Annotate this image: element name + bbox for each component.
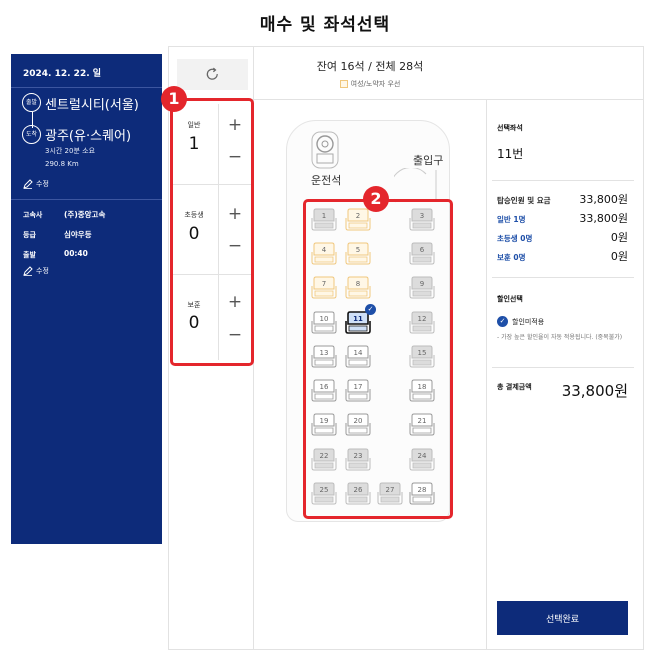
grade-value: 심야우등 [64, 230, 92, 239]
steering-wheel-icon [311, 131, 339, 169]
check-icon: ✓ [497, 316, 508, 327]
total-amount: 33,800원 [561, 382, 628, 400]
fare-summary-row: 탑승인원 및 요금 33,800원 [497, 191, 628, 207]
divider [492, 180, 634, 181]
divider [492, 367, 634, 368]
pencil-icon [23, 266, 33, 276]
fare-total: 33,800원 [579, 193, 628, 206]
priority-swatch [339, 80, 348, 88]
depart-time-value: 00:40 [64, 249, 88, 258]
selected-seat-value: 11번 [497, 147, 524, 161]
discount-label: 할인선택 [497, 295, 523, 303]
fare-row-veteran: 보훈 0명 0원 [497, 248, 628, 264]
discount-option-label: 할인미적용 [512, 317, 545, 326]
complete-selection-button[interactable]: 선택완료 [497, 601, 628, 635]
departure-terminal: 센트럴시티(서울) [45, 98, 139, 113]
pencil-icon [23, 179, 33, 189]
driver-seat-label: 운전석 [311, 174, 342, 187]
company-value: (주)중앙고속 [64, 210, 106, 219]
divider [486, 100, 487, 649]
departure-badge: 출발 [22, 93, 41, 112]
refresh-button[interactable] [177, 59, 248, 90]
trip-info-panel: 2024. 12. 22. 일 출발 센트럴시티(서울) 도착 광주(유·스퀘어… [11, 54, 162, 544]
fare-row-label: 보훈 0명 [497, 253, 526, 262]
divider [11, 199, 162, 200]
fare-row-adult: 일반 1명 33,800원 [497, 210, 628, 226]
fare-row-label: 초등생 0명 [497, 234, 533, 243]
edit-bus-button[interactable]: 수정 [23, 266, 49, 276]
remaining-seats: 잔여 16석 / 전체 28석 [316, 60, 424, 73]
fare-row-child: 초등생 0명 0원 [497, 229, 628, 245]
callout-badge-2: 2 [363, 186, 389, 212]
fare-row-value: 0원 [610, 231, 628, 244]
legend-label: 여성/노약자 우선 [350, 80, 401, 88]
trip-date: 2024. 12. 22. 일 [23, 69, 102, 79]
arrival-badge: 도착 [22, 125, 41, 144]
refresh-icon [206, 67, 218, 80]
edit-route-button[interactable]: 수정 [23, 179, 49, 189]
fare-row-label: 일반 1명 [497, 215, 526, 224]
trip-duration: 3시간 20분 소요 [45, 147, 96, 155]
discount-option[interactable]: ✓ 할인미적용 [497, 316, 544, 327]
divider [492, 277, 634, 278]
callout-badge-1: 1 [161, 86, 187, 112]
edit-label: 수정 [36, 180, 49, 188]
fare-label: 탑승인원 및 요금 [497, 196, 551, 205]
selected-seat-label: 선택좌석 [497, 124, 523, 132]
company-label: 고속사 [23, 211, 43, 219]
page-title: 매수 및 좌석선택 [259, 15, 391, 35]
callout-box-1 [170, 98, 254, 366]
seat-legend: 여성/노약자 우선 [256, 79, 484, 89]
edit-label: 수정 [36, 267, 49, 275]
discount-note: - 가장 높은 할인율이 자동 적용됩니다. (중복불가) [497, 334, 623, 341]
fare-row-value: 33,800원 [579, 212, 628, 225]
grade-label: 등급 [23, 231, 36, 239]
seat-selection-page: 매수 및 좌석선택 2024. 12. 22. 일 출발 센트럴시티(서울) 도… [0, 0, 650, 658]
arrival-terminal: 광주(유·스퀘어) [45, 129, 132, 144]
depart-time-label: 출발 [23, 251, 36, 259]
exit-label: 출입구 [413, 154, 444, 167]
trip-distance: 290.8 Km [45, 160, 79, 168]
callout-box-2 [303, 199, 453, 519]
fare-row-value: 0원 [610, 250, 628, 263]
total-label: 총 결제금액 [497, 383, 532, 391]
divider [11, 87, 162, 88]
